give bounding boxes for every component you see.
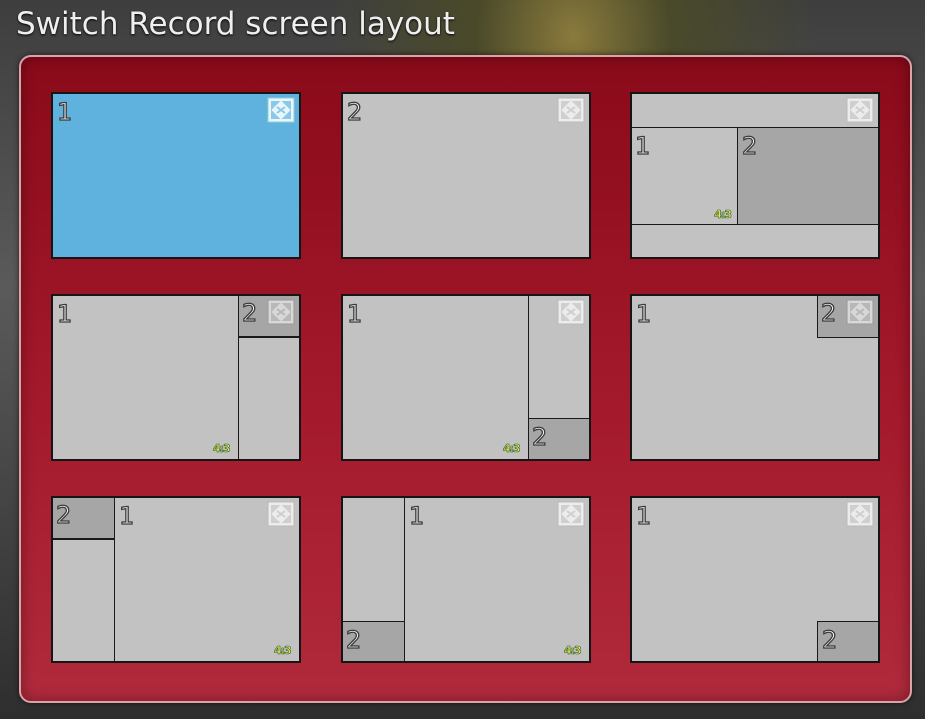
fullscreen-icon[interactable] <box>846 97 874 123</box>
camera-1-label: 1 <box>635 502 652 530</box>
camera-1-label: 1 <box>56 98 73 126</box>
fullscreen-icon[interactable] <box>267 299 295 325</box>
layout-option-3[interactable]: 1 4:3 2 <box>630 92 880 259</box>
camera-2-label: 2 <box>820 299 837 327</box>
fullscreen-icon[interactable] <box>846 501 874 527</box>
layout-option-8[interactable]: 2 1 4:3 <box>341 496 591 663</box>
camera-1-label: 1 <box>408 502 425 530</box>
region-2: 2 <box>343 621 405 661</box>
region-1: 1 4:3 <box>632 127 738 225</box>
layout-option-5[interactable]: 1 4:3 2 <box>341 294 591 461</box>
camera-2-label: 2 <box>346 98 363 126</box>
camera-1-label: 1 <box>118 502 135 530</box>
fullscreen-icon[interactable] <box>557 97 585 123</box>
region-2: 2 <box>528 418 589 459</box>
layout-option-7[interactable]: 2 1 4:3 <box>51 496 301 663</box>
layout-panel: 1 2 1 4:3 2 1 4:3 2 1 4:3 2 1 2 2 1 4:3 … <box>19 55 912 703</box>
aspect-ratio-badge: 4:3 <box>503 442 521 456</box>
fullscreen-icon[interactable] <box>267 501 295 527</box>
aspect-ratio-badge: 4:3 <box>274 644 292 658</box>
dialog-title: Switch Record screen layout <box>16 6 455 42</box>
layout-option-4[interactable]: 1 4:3 2 <box>51 294 301 461</box>
region-empty <box>238 336 299 459</box>
camera-1-label: 1 <box>635 300 652 328</box>
camera-2-label: 2 <box>55 501 72 529</box>
fullscreen-icon[interactable] <box>267 97 295 123</box>
camera-1-label: 1 <box>634 132 651 160</box>
camera-2-label: 2 <box>531 423 548 451</box>
layout-option-2[interactable]: 2 <box>341 92 591 259</box>
camera-2-label: 2 <box>241 299 258 327</box>
aspect-ratio-badge: 4:3 <box>564 644 582 658</box>
camera-2-label: 2 <box>345 626 362 654</box>
layout-option-9[interactable]: 1 2 <box>630 496 880 663</box>
region-empty <box>343 498 405 623</box>
region-2: 2 <box>53 498 115 540</box>
region-empty <box>53 538 115 661</box>
aspect-ratio-badge: 4:3 <box>213 442 231 456</box>
region-2: 2 <box>817 621 878 661</box>
layout-option-1[interactable]: 1 <box>51 92 301 259</box>
camera-1-label: 1 <box>56 300 73 328</box>
aspect-ratio-badge: 4:3 <box>714 208 732 222</box>
fullscreen-icon[interactable] <box>557 299 585 325</box>
layout-option-6[interactable]: 1 2 <box>630 294 880 461</box>
camera-1-label: 1 <box>346 300 363 328</box>
fullscreen-icon[interactable] <box>846 299 874 325</box>
fullscreen-icon[interactable] <box>557 501 585 527</box>
region-2: 2 <box>737 127 878 225</box>
camera-2-label: 2 <box>741 132 758 160</box>
camera-2-label: 2 <box>821 626 838 654</box>
